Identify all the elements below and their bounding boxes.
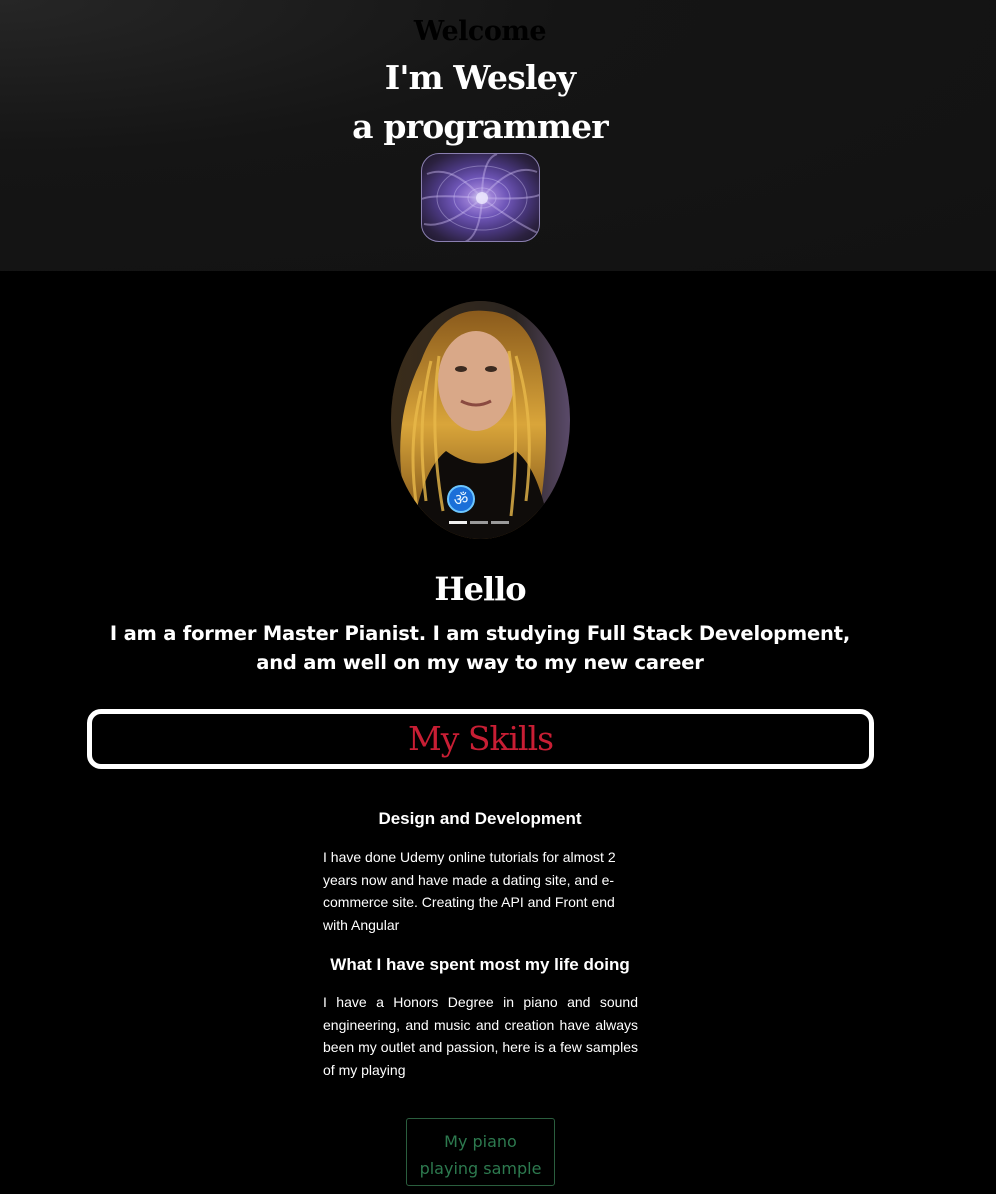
vortex-logo-icon[interactable] [421, 153, 540, 242]
welcome-text: Welcome [413, 16, 547, 47]
hero-section: Welcome I'm Wesley a programmer [0, 0, 996, 271]
svg-text:ॐ: ॐ [454, 490, 469, 509]
skills-title: My Skills [407, 719, 554, 758]
skills-banner: My Skills [87, 709, 874, 769]
skill-text: I have a Honors Degree in piano and soun… [323, 994, 638, 1078]
carousel-indicator[interactable] [449, 521, 467, 524]
piano-sample-button-line2: playing sample [419, 1159, 542, 1178]
skill-heading: What I have spent most my life doing [330, 955, 630, 974]
carousel-indicators[interactable] [449, 521, 509, 524]
carousel-indicator[interactable] [491, 521, 509, 524]
hero-role: a programmer [352, 107, 609, 146]
piano-sample-button[interactable]: My piano playing sample [406, 1118, 555, 1186]
intro-text: I am a former Master Pianist. I am study… [109, 622, 851, 674]
skill-heading: Design and Development [378, 809, 582, 828]
hero-name: I'm Wesley [384, 58, 576, 97]
piano-sample-button-line1: My piano [444, 1132, 517, 1151]
skill-text: I have done Udemy online tutorials for a… [323, 849, 616, 933]
profile-photo: ॐ [391, 301, 570, 539]
hello-heading: Hello [434, 570, 526, 608]
carousel-indicator[interactable] [470, 521, 488, 524]
